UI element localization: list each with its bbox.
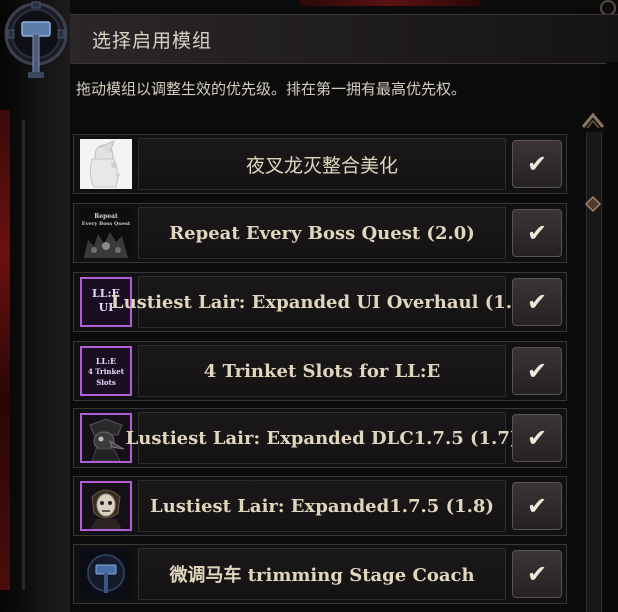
enable-toggle[interactable]: ✔ (512, 347, 562, 395)
mod-name: Repeat Every Boss Quest (2.0) (138, 207, 506, 259)
mod-name: Lustiest Lair: Expanded1.7.5 (1.8) (138, 480, 506, 532)
enable-toggle[interactable]: ✔ (512, 140, 562, 188)
checkmark-icon: ✔ (526, 492, 548, 520)
window-title: 选择启用模组 (92, 30, 213, 52)
mod-thumbnail: Repeat Every Boss Quest (80, 208, 132, 258)
checkmark-icon: ✔ (526, 150, 548, 178)
mod-name: 夜叉龙灭整合美化 (138, 138, 506, 190)
top-red-trim (300, 0, 480, 6)
thumb-label: LL:E (95, 356, 117, 366)
right-frame (606, 62, 618, 612)
checkmark-icon: ✔ (526, 219, 548, 247)
mod-row[interactable]: 微调马车 trimming Stage Coach ✔ (73, 544, 567, 604)
mod-row[interactable]: Lustiest Lair: Expanded1.7.5 (1.8) ✔ (73, 476, 567, 536)
checkmark-icon: ✔ (526, 424, 548, 452)
left-frame (0, 0, 70, 612)
mod-name: 微调马车 trimming Stage Coach (138, 548, 506, 600)
checkmark-icon: ✔ (526, 288, 548, 316)
enable-toggle[interactable]: ✔ (512, 209, 562, 257)
mod-row[interactable]: Repeat Every Boss Quest Repeat Every Bos… (73, 203, 567, 263)
mod-thumbnail (80, 413, 132, 463)
enable-toggle[interactable]: ✔ (512, 482, 562, 530)
mod-name: Lustiest Lair: Expanded DLC1.7.5 (1.7) (126, 412, 518, 464)
checkmark-icon: ✔ (526, 560, 548, 588)
left-rail (22, 120, 25, 590)
mod-name: Lustiest Lair: Expanded UI Overhaul (1.6… (111, 276, 533, 328)
mod-thumbnail (80, 139, 132, 189)
scrollbar-thumb[interactable] (585, 196, 601, 212)
thumb-label: Slots (96, 378, 116, 387)
mod-row[interactable]: Lustiest Lair: Expanded DLC1.7.5 (1.7) ✔ (73, 408, 567, 468)
mod-thumbnail (80, 481, 132, 531)
description-text: 拖动模组以调整生效的优先级。排在第一拥有最高优先权。 (76, 80, 467, 98)
mod-row[interactable]: LL:E 4 Trinket Slots 4 Trinket Slots for… (73, 341, 567, 401)
checkmark-icon: ✔ (526, 357, 548, 385)
window-header: 选择启用模组 (70, 14, 618, 64)
mod-name: 4 Trinket Slots for LL:E (138, 345, 506, 397)
hammer-emblem-icon (4, 1, 68, 78)
mod-thumbnail: LL:E 4 Trinket Slots (80, 346, 132, 396)
thumb-label: 4 Trinket (88, 367, 124, 376)
left-red-bar (0, 110, 10, 590)
scroll-up-arrow-icon[interactable] (580, 110, 606, 130)
mod-row[interactable]: LL:E UI Lustiest Lair: Expanded UI Overh… (73, 272, 567, 332)
mod-thumbnail (80, 549, 132, 599)
enable-toggle[interactable]: ✔ (512, 550, 562, 598)
enable-toggle[interactable]: ✔ (512, 278, 562, 326)
enable-toggle[interactable]: ✔ (512, 414, 562, 462)
mod-row[interactable]: 夜叉龙灭整合美化 ✔ (73, 134, 567, 194)
